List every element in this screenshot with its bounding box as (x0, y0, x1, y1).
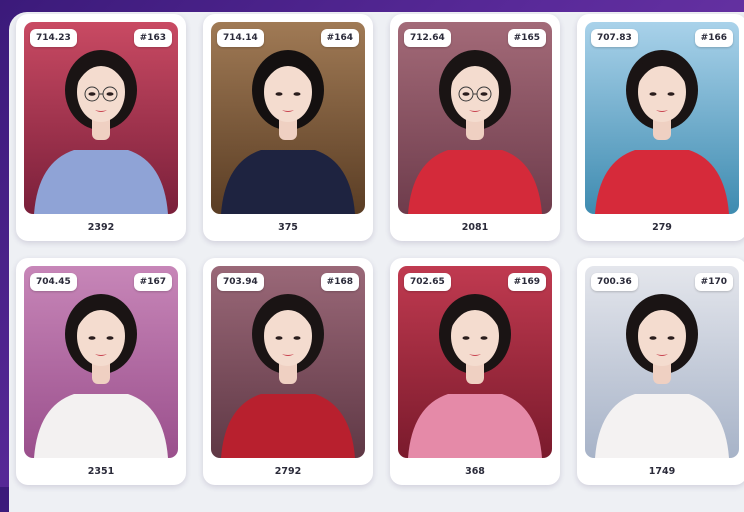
rank-count: 2392 (87, 222, 115, 233)
portrait-image (398, 266, 552, 458)
rank-count: 368 (465, 466, 485, 477)
portrait-image (585, 266, 739, 458)
token-number-badge: #166 (694, 29, 733, 47)
rank-count: 279 (652, 222, 672, 233)
portrait-image (211, 266, 365, 458)
portrait-image (585, 22, 739, 214)
nft-thumbnail[interactable]: 702.65 #169 (398, 266, 552, 458)
nft-thumbnail[interactable]: 703.94 #168 (211, 266, 365, 458)
rank-count: 2351 (87, 466, 115, 477)
nft-card[interactable]: 714.14 #164 375 (203, 14, 373, 241)
rank-count: 375 (278, 222, 298, 233)
portrait-image (211, 22, 365, 214)
portrait-image (24, 266, 178, 458)
nft-card[interactable]: 712.64 #165 2081 (390, 14, 560, 241)
score-badge: 703.94 (217, 273, 264, 291)
score-badge: 704.45 (30, 273, 77, 291)
score-badge: 700.36 (591, 273, 638, 291)
score-badge: 714.23 (30, 29, 77, 47)
nft-card[interactable]: 703.94 #168 2792 (203, 258, 373, 485)
rank-count: 2792 (274, 466, 302, 477)
nft-thumbnail[interactable]: 707.83 #166 (585, 22, 739, 214)
nft-thumbnail[interactable]: 712.64 #165 (398, 22, 552, 214)
score-badge: 712.64 (404, 29, 451, 47)
nft-thumbnail[interactable]: 700.36 #170 (585, 266, 739, 458)
token-number-badge: #169 (507, 273, 546, 291)
nft-thumbnail[interactable]: 714.23 #163 (24, 22, 178, 214)
nft-thumbnail[interactable]: 704.45 #167 (24, 266, 178, 458)
nft-card[interactable]: 702.65 #169 368 (390, 258, 560, 485)
nft-card[interactable]: 714.23 #163 2392 (16, 14, 186, 241)
nft-card[interactable]: 707.83 #166 279 (577, 14, 744, 241)
token-number-badge: #170 (694, 273, 733, 291)
token-number-badge: #164 (320, 29, 359, 47)
score-badge: 714.14 (217, 29, 264, 47)
token-number-badge: #167 (133, 273, 172, 291)
nft-card[interactable]: 700.36 #170 1749 (577, 258, 744, 485)
score-badge: 707.83 (591, 29, 638, 47)
token-number-badge: #163 (133, 29, 172, 47)
nft-card[interactable]: 704.45 #167 2351 (16, 258, 186, 485)
token-number-badge: #165 (507, 29, 546, 47)
portrait-image (24, 22, 178, 214)
token-number-badge: #168 (320, 273, 359, 291)
rank-count: 1749 (648, 466, 676, 477)
portrait-image (398, 22, 552, 214)
score-badge: 702.65 (404, 273, 451, 291)
nft-thumbnail[interactable]: 714.14 #164 (211, 22, 365, 214)
rank-count: 2081 (461, 222, 489, 233)
